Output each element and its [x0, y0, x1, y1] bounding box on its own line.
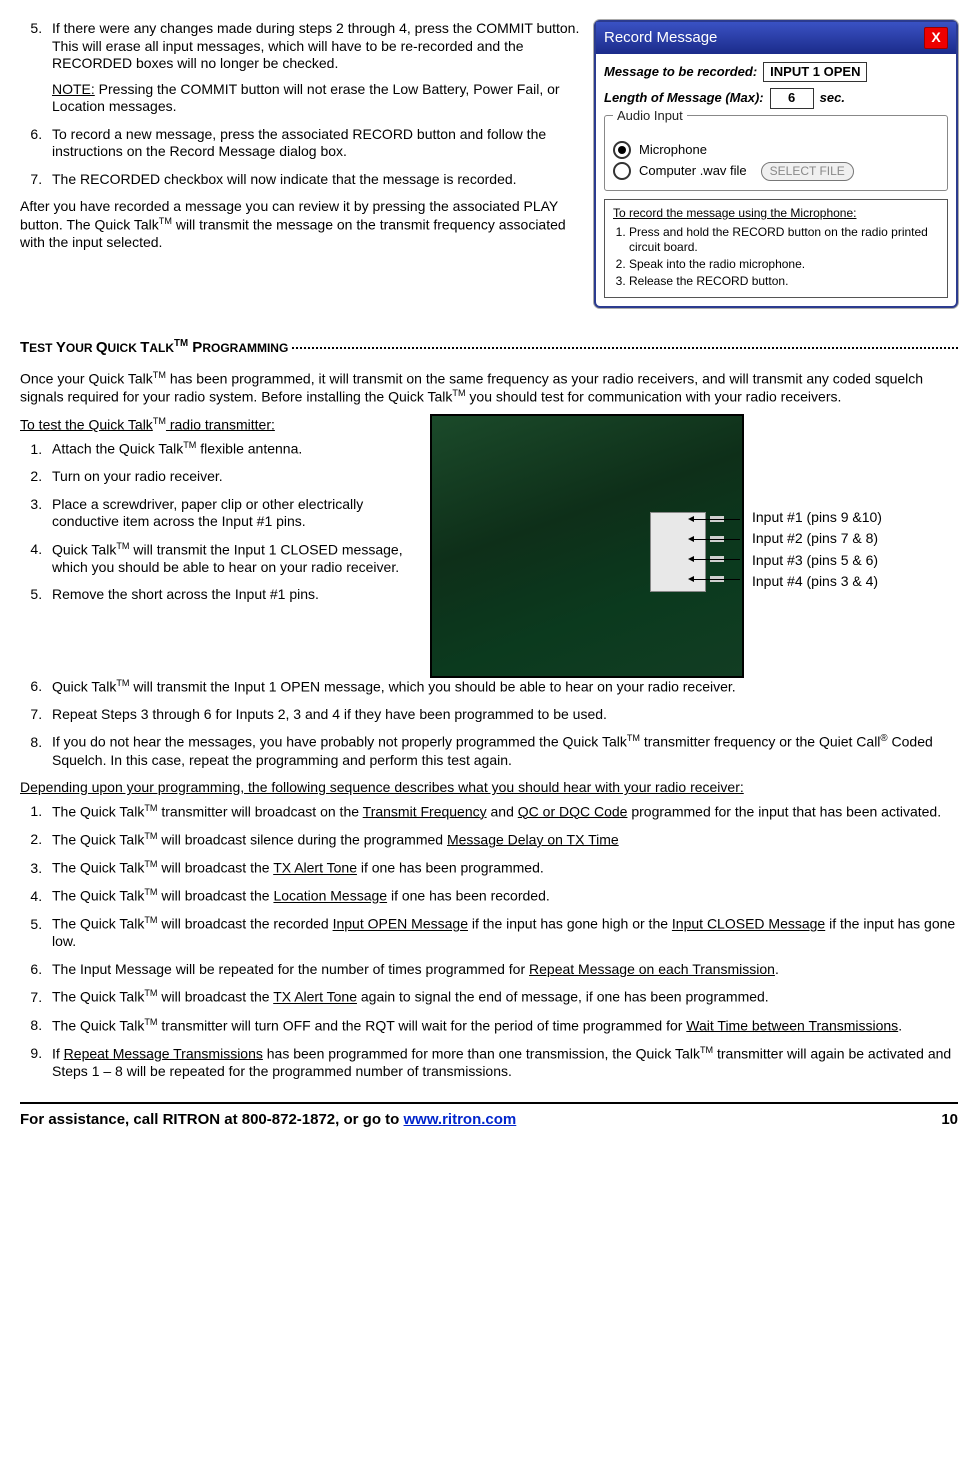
instruction-box: To record the message using the Micropho… [604, 199, 948, 298]
seq-9: If Repeat Message Transmissions has been… [46, 1045, 958, 1081]
test-step-1: Attach the Quick TalkTM flexible antenna… [46, 440, 420, 458]
audio-input-fieldset: Audio Input Microphone Computer .wav fil… [604, 115, 948, 191]
step-7: The RECORDED checkbox will now indicate … [46, 171, 584, 189]
tm-mark: TM [159, 216, 172, 226]
radio-wavfile[interactable]: Computer .wav file SELECT FILE [613, 162, 939, 181]
msg-length-field[interactable]: 6 [770, 88, 814, 108]
instr-1: Press and hold the RECORD button on the … [629, 225, 939, 255]
pin-label-1: Input #1 (pins 9 &10) [752, 509, 882, 527]
msg-to-record-row: Message to be recorded: INPUT 1 OPEN [604, 62, 948, 82]
step-5-text: If there were any changes made during st… [52, 20, 579, 71]
test-step-7: Repeat Steps 3 through 6 for Inputs 2, 3… [46, 706, 958, 724]
steps-5-7: If there were any changes made during st… [20, 20, 584, 188]
dialog-title-text: Record Message [604, 29, 717, 48]
record-message-dialog: Record Message X Message to be recorded:… [594, 20, 958, 308]
seq-1: The Quick TalkTM transmitter will broadc… [46, 803, 958, 821]
msg-to-record-field[interactable]: INPUT 1 OPEN [763, 62, 867, 82]
radio-unselected-icon [613, 162, 631, 180]
intro-paragraph: Once your Quick TalkTM has been programm… [20, 370, 958, 406]
sequence-steps: The Quick TalkTM transmitter will broadc… [20, 803, 958, 1081]
pin-label-4: Input #4 (pins 3 & 4) [752, 573, 882, 591]
pin-label-2: Input #2 (pins 7 & 8) [752, 530, 882, 548]
audio-input-legend: Audio Input [613, 108, 687, 124]
pin-label-3: Input #3 (pins 5 & 6) [752, 552, 882, 570]
footer-text: For assistance, call RITRON at 800-872-1… [20, 1111, 403, 1128]
note-text: Pressing the COMMIT button will not eras… [52, 81, 560, 115]
test-step-2: Turn on your radio receiver. [46, 468, 420, 486]
test-step-6: Quick TalkTM will transmit the Input 1 O… [46, 678, 958, 696]
test-steps-1-5: Attach the Quick TalkTM flexible antenna… [20, 440, 420, 604]
seq-4: The Quick TalkTM will broadcast the Loca… [46, 887, 958, 905]
pcb-figure: Input #1 (pins 9 &10) Input #2 (pins 7 &… [430, 414, 958, 678]
pcb-image [430, 414, 744, 678]
footer-link[interactable]: www.ritron.com [403, 1111, 516, 1128]
seq-8: The Quick TalkTM transmitter will turn O… [46, 1017, 958, 1035]
radio-selected-icon [613, 141, 631, 159]
after-record-paragraph: After you have recorded a message you ca… [20, 198, 584, 251]
note-label: NOTE: [52, 81, 95, 97]
test-steps-6-8: Quick TalkTM will transmit the Input 1 O… [20, 678, 958, 769]
step-5: If there were any changes made during st… [46, 20, 584, 116]
footer-rule [20, 1102, 958, 1104]
seq-7: The Quick TalkTM will broadcast the TX A… [46, 988, 958, 1006]
close-icon[interactable]: X [924, 27, 948, 49]
test-subheading: To test the Quick TalkTM radio transmitt… [20, 416, 420, 434]
step-6: To record a new message, press the assoc… [46, 126, 584, 161]
test-step-4: Quick TalkTM will transmit the Input 1 C… [46, 541, 420, 577]
test-step-3: Place a screwdriver, paper clip or other… [46, 496, 420, 531]
footer: For assistance, call RITRON at 800-872-1… [20, 1111, 958, 1130]
pin-labels: Input #1 (pins 9 &10) Input #2 (pins 7 &… [752, 509, 882, 595]
instr-3: Release the RECORD button. [629, 274, 939, 289]
dialog-titlebar: Record Message X [596, 22, 956, 54]
page-number: 10 [941, 1111, 958, 1130]
radio-microphone[interactable]: Microphone [613, 141, 939, 159]
seq-2: The Quick TalkTM will broadcast silence … [46, 831, 958, 849]
msg-length-row: Length of Message (Max): 6 sec. [604, 88, 948, 108]
instruction-title: To record the message using the Micropho… [613, 206, 939, 221]
seq-5: The Quick TalkTM will broadcast the reco… [46, 915, 958, 951]
test-step-8: If you do not hear the messages, you hav… [46, 733, 958, 769]
heading-dots [292, 347, 958, 349]
test-step-5: Remove the short across the Input #1 pin… [46, 586, 420, 604]
seq-3: The Quick TalkTM will broadcast the TX A… [46, 859, 958, 877]
instr-2: Speak into the radio microphone. [629, 257, 939, 272]
sequence-heading: Depending upon your programming, the fol… [20, 779, 958, 797]
select-file-button[interactable]: SELECT FILE [761, 162, 854, 181]
section-heading-test-programming: TEST YOUR QUICK TALKTM PROGRAMMING [20, 338, 958, 358]
seq-6: The Input Message will be repeated for t… [46, 961, 958, 979]
